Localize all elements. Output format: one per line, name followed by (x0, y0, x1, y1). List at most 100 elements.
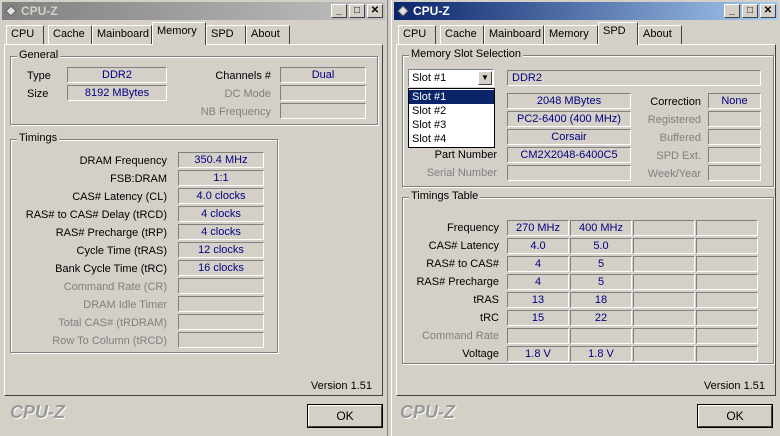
maximize-icon: □ (353, 5, 361, 16)
ok-button[interactable]: OK (698, 405, 772, 427)
cpuz-window-memory: CPU-Z _ □ ✕ CPU Cache Mainboard Memory S… (0, 0, 388, 436)
ok-button[interactable]: OK (308, 405, 382, 427)
timing-cell: 13 (507, 292, 569, 308)
slot-option[interactable]: Slot #4 (409, 132, 494, 146)
tab-cpu[interactable]: CPU (398, 25, 436, 44)
minimize-icon: _ (336, 5, 342, 16)
general-group: General Type DDR2 Size 8192 MBytes Chann… (10, 49, 378, 125)
chevron-down-icon[interactable]: ▼ (478, 71, 492, 85)
timing-label: RAS# Precharge (tRP) (55, 227, 167, 239)
timing-row-label: Voltage (462, 348, 499, 360)
part-number-label: Part Number (434, 149, 497, 161)
timing-label: DRAM Frequency (79, 155, 167, 167)
slot-option[interactable]: Slot #3 (409, 118, 494, 132)
timing-row-label: Command Rate (421, 330, 499, 342)
timing-row-label: RAS# to CAS# (426, 258, 499, 270)
maximize-icon: □ (746, 5, 754, 16)
timing-cell (633, 328, 695, 344)
timings-title: Timings (17, 132, 60, 144)
tab-mainboard[interactable]: Mainboard (484, 25, 544, 44)
spd-ext-value (708, 147, 761, 163)
cpuz-app-icon (397, 5, 409, 17)
timing-cell: 22 (570, 310, 632, 326)
timing-cell: 15 (507, 310, 569, 326)
tab-cache[interactable]: Cache (48, 25, 92, 44)
timing-cell (633, 274, 695, 290)
dcmode-value (280, 85, 366, 101)
tab-memory[interactable]: Memory (544, 25, 598, 44)
maximize-button[interactable]: □ (742, 4, 758, 18)
tab-spd[interactable]: SPD (206, 25, 246, 44)
timing-cell: 4.0 (507, 238, 569, 254)
brand-logo: CPU-Z (400, 402, 455, 422)
timing-value: 12 clocks (178, 242, 264, 258)
close-button[interactable]: ✕ (760, 4, 776, 18)
correction-value: None (708, 93, 761, 109)
tab-cpu[interactable]: CPU (6, 25, 44, 44)
tab-memory[interactable]: Memory (152, 22, 206, 45)
timing-label: Command Rate (CR) (63, 281, 167, 293)
slot-option[interactable]: Slot #1 (409, 90, 494, 104)
timing-cell (696, 310, 758, 326)
timing-row-label: Frequency (447, 222, 499, 234)
registered-value (708, 111, 761, 127)
tab-cache[interactable]: Cache (440, 25, 484, 44)
window-title: CPU-Z (21, 4, 58, 18)
general-title: General (17, 49, 61, 61)
timing-label: RAS# to CAS# Delay (tRCD) (25, 209, 167, 221)
tab-about[interactable]: About (638, 25, 682, 44)
timing-value (178, 332, 264, 348)
close-button[interactable]: ✕ (367, 4, 383, 18)
cpuz-window-spd: CPU-Z _ □ ✕ CPU Cache Mainboard Memory S… (391, 0, 780, 436)
buffered-label: Buffered (659, 132, 701, 144)
timing-row-label: CAS# Latency (428, 240, 499, 252)
timing-cell (696, 238, 758, 254)
tab-mainboard[interactable]: Mainboard (92, 25, 152, 44)
type-label: Type (27, 70, 51, 82)
channels-value: Dual (280, 67, 366, 83)
dcmode-label: DC Mode (224, 88, 271, 100)
maximize-button[interactable]: □ (349, 4, 365, 18)
timing-cell: 5 (570, 256, 632, 272)
nbfreq-label: NB Frequency (200, 106, 271, 118)
timing-cell: 1.8 V (570, 346, 632, 362)
minimize-button[interactable]: _ (724, 4, 740, 18)
version-label: Version 1.51 (703, 380, 765, 392)
timing-cell (633, 292, 695, 308)
correction-label: Correction (650, 96, 701, 108)
minimize-icon: _ (729, 5, 735, 16)
timing-cell (633, 238, 695, 254)
timing-label: Bank Cycle Time (tRC) (55, 263, 167, 275)
timing-cell (507, 328, 569, 344)
timing-row-label: tRAS (473, 294, 499, 306)
slot-select[interactable]: Slot #1 ▼ (408, 69, 494, 87)
close-icon: ✕ (763, 5, 773, 16)
minimize-button[interactable]: _ (331, 4, 347, 18)
tab-about[interactable]: About (246, 25, 290, 44)
timing-cell: 400 MHz (570, 220, 632, 236)
timing-cell (696, 220, 758, 236)
slot-option[interactable]: Slot #2 (409, 104, 494, 118)
timing-cell: 4 (507, 274, 569, 290)
slot-select-value: Slot #1 (412, 72, 447, 84)
serial-number-label: Serial Number (426, 167, 497, 179)
max-bandwidth-value: PC2-6400 (400 MHz) (507, 111, 631, 127)
tab-spd[interactable]: SPD (598, 22, 638, 45)
timing-value: 16 clocks (178, 260, 264, 276)
window-title: CPU-Z (413, 4, 450, 18)
timing-cell: 1.8 V (507, 346, 569, 362)
timing-cell: 5.0 (570, 238, 632, 254)
title-bar[interactable]: CPU-Z _ □ ✕ (394, 2, 778, 20)
timing-cell (696, 328, 758, 344)
channels-label: Channels # (215, 70, 271, 82)
timing-cell (696, 274, 758, 290)
title-bar[interactable]: CPU-Z _ □ ✕ (2, 2, 385, 20)
size-label: Size (27, 88, 49, 100)
timing-cell (633, 256, 695, 272)
cpuz-app-icon (5, 5, 17, 17)
timing-value: 4.0 clocks (178, 188, 264, 204)
nbfreq-value (280, 103, 366, 119)
timing-row-label: RAS# Precharge (416, 276, 499, 288)
timing-cell (696, 256, 758, 272)
timing-row-label: tRC (480, 312, 499, 324)
